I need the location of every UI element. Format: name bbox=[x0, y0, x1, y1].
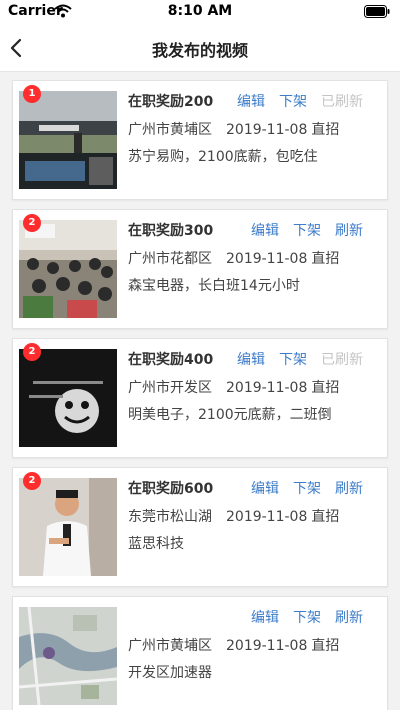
edit-button[interactable]: 编辑 bbox=[251, 220, 279, 240]
take-down-button[interactable]: 下架 bbox=[293, 478, 321, 498]
post-description: 森宝电器，长白班14元小时 bbox=[128, 278, 300, 294]
take-down-button[interactable]: 下架 bbox=[279, 349, 307, 369]
post-meta: 广州市黄埔区 2019-11-08 直招 bbox=[128, 119, 339, 139]
post-meta: 广州市黄埔区 2019-11-08 直招 bbox=[128, 635, 339, 655]
refresh-button[interactable]: 刷新 bbox=[335, 220, 363, 240]
location: 广州市开发区 bbox=[128, 380, 212, 396]
presenter-photo-icon bbox=[19, 478, 117, 576]
map-photo-icon bbox=[19, 607, 117, 705]
post-date: 2019-11-08 bbox=[226, 122, 308, 138]
hire-type: 直招 bbox=[311, 509, 340, 525]
location: 广州市黄埔区 bbox=[128, 122, 212, 138]
post-meta: 广州市开发区 2019-11-08 直招 bbox=[128, 377, 339, 397]
edit-button[interactable]: 编辑 bbox=[237, 91, 265, 111]
refreshed-label: 已刷新 bbox=[321, 94, 363, 110]
post-date: 2019-11-08 bbox=[226, 509, 308, 525]
battery-icon bbox=[364, 5, 390, 18]
count-badge: 2 bbox=[23, 343, 41, 361]
location: 广州市花都区 bbox=[128, 251, 212, 267]
hire-type: 直招 bbox=[311, 638, 340, 654]
edit-button[interactable]: 编辑 bbox=[251, 607, 279, 627]
refreshed-label: 已刷新 bbox=[321, 352, 363, 368]
post-description: 蓝思科技 bbox=[128, 536, 184, 552]
reward-title: 在职奖励400 bbox=[128, 352, 214, 368]
hire-type: 直招 bbox=[311, 122, 340, 138]
count-badge: 2 bbox=[23, 472, 41, 490]
post-description: 苏宁易购，2100底薪，包吃住 bbox=[128, 149, 318, 165]
post-date: 2019-11-08 bbox=[226, 251, 308, 267]
post-date: 2019-11-08 bbox=[226, 380, 308, 396]
reward-title: 在职奖励600 bbox=[128, 481, 214, 497]
edit-button[interactable]: 编辑 bbox=[237, 349, 265, 369]
dark-poster-photo-icon bbox=[19, 349, 117, 447]
location: 广州市黄埔区 bbox=[128, 638, 212, 654]
take-down-button[interactable]: 下架 bbox=[293, 607, 321, 627]
post-description: 开发区加速器 bbox=[128, 665, 212, 681]
edit-button[interactable]: 编辑 bbox=[251, 478, 279, 498]
video-list[interactable]: 1 在职奖励200 编辑 下架 已刷新 广州市黄埔区 2019-11-08 直招 苏… bbox=[0, 72, 400, 710]
warehouse-photo-icon bbox=[19, 91, 117, 189]
post-description: 明美电子，2100元底薪，二班倒 bbox=[128, 407, 332, 423]
video-thumbnail[interactable] bbox=[19, 91, 117, 189]
page-title: 我发布的视频 bbox=[151, 41, 248, 60]
video-card[interactable]: 编辑 下架 刷新 广州市黄埔区 2019-11-08 直招 开发区加速器 bbox=[12, 596, 388, 710]
classroom-photo-icon bbox=[19, 220, 117, 318]
video-thumbnail[interactable] bbox=[19, 220, 117, 318]
hire-type: 直招 bbox=[311, 251, 340, 267]
count-badge: 1 bbox=[23, 85, 41, 103]
post-date: 2019-11-08 bbox=[226, 638, 308, 654]
hire-type: 直招 bbox=[311, 380, 340, 396]
location: 东莞市松山湖 bbox=[128, 509, 212, 525]
video-card[interactable]: 1 在职奖励200 编辑 下架 已刷新 广州市黄埔区 2019-11-08 直招 苏… bbox=[12, 80, 388, 200]
reward-title: 在职奖励300 bbox=[128, 223, 214, 239]
video-card[interactable]: 2 在职奖励400 编辑 下架 已刷新 广州市开发区 2019-11-08 直招 明… bbox=[12, 338, 388, 458]
post-meta: 广州市花都区 2019-11-08 直招 bbox=[128, 248, 339, 268]
take-down-button[interactable]: 下架 bbox=[293, 220, 321, 240]
video-thumbnail[interactable] bbox=[19, 478, 117, 576]
count-badge: 2 bbox=[23, 214, 41, 232]
video-card[interactable]: 2 在职奖励300 编辑 下架 刷新 广州市花都区 2019-11-08 直招 … bbox=[12, 209, 388, 329]
video-card[interactable]: 2 在职奖励600 编辑 下架 刷新 东莞市松山湖 2019-11-08 直招 蓝思… bbox=[12, 467, 388, 587]
reward-title: 在职奖励200 bbox=[128, 94, 214, 110]
take-down-button[interactable]: 下架 bbox=[279, 91, 307, 111]
video-thumbnail[interactable] bbox=[19, 349, 117, 447]
status-time: 8:10 AM bbox=[167, 3, 233, 19]
video-thumbnail[interactable] bbox=[19, 607, 117, 705]
refresh-button[interactable]: 刷新 bbox=[335, 607, 363, 627]
navigation-bar: 我发布的视频 bbox=[0, 24, 400, 72]
status-bar: Carrier 8:10 AM bbox=[0, 0, 400, 24]
post-meta: 东莞市松山湖 2019-11-08 直招 bbox=[128, 506, 339, 526]
refresh-button[interactable]: 刷新 bbox=[335, 478, 363, 498]
